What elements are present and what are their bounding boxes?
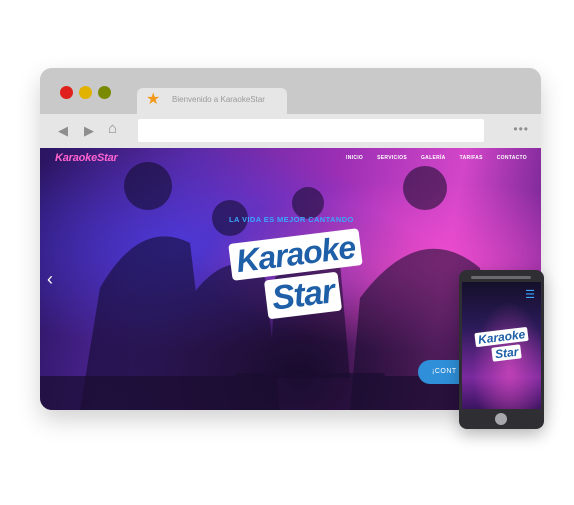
phone-screen: ☰ Karaoke Star	[462, 282, 541, 409]
maximize-window-button[interactable]	[98, 86, 111, 99]
phone-home-button[interactable]	[495, 413, 507, 425]
hero-tagline: LA VIDA ES MEJOR CANTANDO	[229, 215, 354, 224]
back-icon[interactable]: ◀	[58, 124, 68, 138]
phone-logo-line2: Star	[491, 344, 523, 362]
hamburger-icon[interactable]: ☰	[525, 290, 535, 301]
tab-title: Bienvenido a KaraokeStar	[172, 95, 265, 104]
title-bar: ★ Bienvenido a KaraokeStar	[40, 68, 541, 114]
address-bar[interactable]	[138, 119, 484, 142]
star-icon: ★	[146, 91, 161, 108]
nav-item-servicios[interactable]: SERVICIOS	[377, 155, 407, 161]
hero-logo: Karaoke Star	[224, 226, 364, 322]
nav-item-tarifas[interactable]: TARIFAS	[460, 155, 483, 161]
hero-logo-line2: Star	[263, 271, 343, 320]
forward-icon[interactable]: ▶	[84, 124, 94, 138]
nav-item-galeria[interactable]: GALERÍA	[421, 155, 446, 161]
site-nav: INICIO SERVICIOS GALERÍA TARIFAS CONTACT…	[346, 155, 527, 161]
chevron-left-icon[interactable]: ‹	[47, 270, 53, 288]
phone-logo-line1: Karaoke	[474, 326, 530, 348]
nav-item-contacto[interactable]: CONTACTO	[497, 155, 527, 161]
site-logo[interactable]: KaraokeStar	[55, 152, 118, 164]
phone-mockup: ☰ Karaoke Star	[459, 270, 544, 429]
browser-tab[interactable]: ★ Bienvenido a KaraokeStar	[137, 88, 287, 114]
close-window-button[interactable]	[60, 86, 73, 99]
minimize-window-button[interactable]	[79, 86, 92, 99]
phone-speaker	[471, 276, 531, 279]
hero-logo-line1: Karaoke	[228, 228, 364, 281]
browser-toolbar: ◀ ▶ ⌂ •••	[40, 114, 541, 148]
more-dots-icon[interactable]: •••	[513, 122, 529, 136]
nav-item-inicio[interactable]: INICIO	[346, 155, 363, 161]
home-icon[interactable]: ⌂	[108, 121, 117, 136]
